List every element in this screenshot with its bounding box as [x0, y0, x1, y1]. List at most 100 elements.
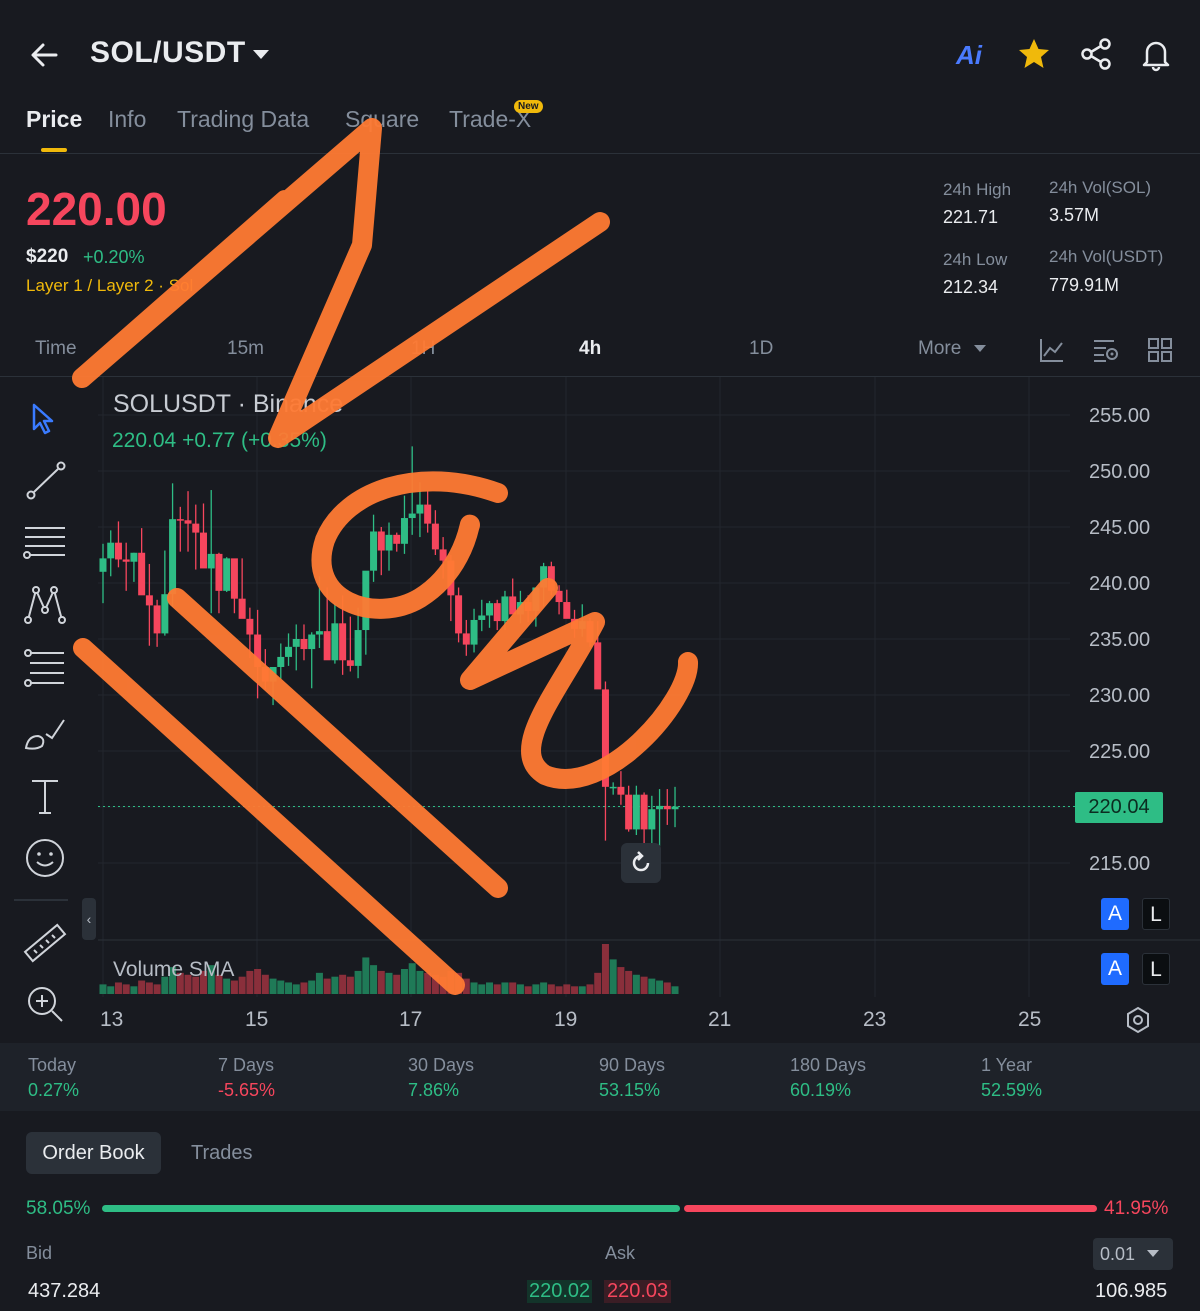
- volume-indicator-label: Volume SMA: [113, 958, 235, 981]
- candle-body: [331, 623, 339, 661]
- volume-bar: [540, 982, 548, 994]
- pattern-icon[interactable]: [22, 582, 68, 628]
- candle-body: [648, 809, 656, 830]
- volume-bar: [130, 986, 138, 994]
- chart-gear-icon[interactable]: [1124, 1006, 1152, 1034]
- y-tick-label: 215.00: [1089, 853, 1150, 875]
- chevron-down-icon[interactable]: [974, 345, 986, 352]
- tab-info[interactable]: Info: [108, 106, 146, 133]
- candlestick-chart[interactable]: 255.00 250.00 245.00 240.00 235.00 230.00 225.…: [0, 377, 1200, 1042]
- interval-15m[interactable]: 15m: [227, 338, 264, 360]
- volume-bar: [601, 944, 609, 994]
- precision-select[interactable]: 0.01: [1093, 1238, 1173, 1270]
- volume-bar: [362, 957, 370, 994]
- horizontal-lines-icon[interactable]: [22, 520, 68, 566]
- x-tick-label: 17: [399, 1008, 423, 1031]
- candle-body: [640, 794, 648, 830]
- candle-body: [563, 602, 571, 619]
- indicator-icon[interactable]: [1038, 336, 1066, 364]
- bell-icon[interactable]: [1138, 36, 1174, 72]
- trendline-icon[interactable]: [22, 458, 68, 504]
- candle-body: [238, 598, 246, 619]
- volume-bar: [300, 982, 308, 994]
- volume-bar: [671, 986, 679, 994]
- candle-body: [308, 634, 316, 650]
- y-tick-label: 245.00: [1089, 517, 1150, 539]
- bid-price[interactable]: 220.02: [527, 1280, 593, 1303]
- perf-value: 53.15%: [599, 1080, 661, 1100]
- ask-price[interactable]: 220.03: [604, 1280, 672, 1303]
- volume-bar: [114, 982, 122, 994]
- candle-body: [377, 531, 385, 551]
- tab-square[interactable]: Square: [345, 106, 419, 133]
- interval-1d[interactable]: 1D: [749, 338, 773, 360]
- candle-body: [292, 639, 300, 647]
- volume-bar: [478, 984, 486, 994]
- back-arrow-icon[interactable]: [28, 38, 62, 72]
- volume-bar: [254, 969, 262, 994]
- interval-time[interactable]: Time: [35, 338, 77, 360]
- candle-body: [424, 504, 432, 524]
- cursor-icon[interactable]: [22, 397, 68, 443]
- volume-auto-scale-button[interactable]: A: [1101, 953, 1129, 985]
- chevron-down-icon[interactable]: [1147, 1250, 1159, 1257]
- perf-value: 0.27%: [28, 1080, 80, 1100]
- ask-header: Ask: [605, 1243, 636, 1263]
- toolbar-divider: [14, 899, 68, 901]
- candle-body: [161, 594, 169, 634]
- last-price: 220.00: [26, 183, 167, 235]
- volume-bar: [285, 982, 293, 994]
- volume-log-scale-button[interactable]: L: [1142, 953, 1170, 985]
- interval-4h[interactable]: 4h: [579, 338, 601, 360]
- candle-body: [169, 519, 177, 595]
- volume-bar: [400, 969, 408, 994]
- candle-body: [586, 621, 594, 643]
- emoji-icon[interactable]: [22, 835, 68, 881]
- tab-trading-data[interactable]: Trading Data: [177, 106, 309, 133]
- volume-bar: [308, 980, 316, 994]
- volume-bar: [238, 976, 246, 994]
- candle-body: [547, 566, 555, 591]
- volume-bar: [431, 974, 439, 994]
- zoom-in-icon[interactable]: [22, 981, 68, 1027]
- pair-selector[interactable]: SOL/USDT: [90, 36, 246, 70]
- auto-scale-button[interactable]: A: [1101, 898, 1129, 930]
- share-icon[interactable]: [1078, 36, 1114, 72]
- volume-bar: [385, 972, 393, 994]
- volume-bar: [99, 984, 107, 994]
- candle-body: [663, 805, 671, 810]
- candle-body: [261, 667, 269, 682]
- fib-icon[interactable]: [22, 645, 68, 691]
- volume-bar: [524, 986, 532, 994]
- x-tick-label: 13: [100, 1008, 124, 1031]
- volume-bar: [277, 980, 285, 994]
- candle-body: [300, 639, 308, 650]
- chart-settings-icon[interactable]: [1092, 336, 1120, 364]
- text-icon[interactable]: [22, 773, 68, 819]
- log-scale-button[interactable]: L: [1142, 898, 1170, 930]
- tab-trades[interactable]: Trades: [191, 1142, 253, 1165]
- perf-label: 1 Year: [981, 1055, 1033, 1075]
- ai-icon[interactable]: Ai: [956, 40, 982, 71]
- volume-bar: [455, 972, 463, 994]
- tab-order-book[interactable]: Order Book: [26, 1132, 161, 1174]
- category-tags[interactable]: Layer 1 / Layer 2 · Sol: [26, 276, 193, 296]
- chart-canvas[interactable]: 255.00 250.00 245.00 240.00 235.00 230.00 225.…: [0, 377, 1200, 1042]
- chevron-down-icon[interactable]: [253, 50, 269, 59]
- candle-body: [138, 552, 146, 596]
- candle-body: [370, 531, 378, 571]
- interval-1h[interactable]: 1H: [411, 338, 435, 360]
- layout-grid-icon[interactable]: [1146, 336, 1174, 364]
- volume-bar: [563, 984, 571, 994]
- reset-chart-icon[interactable]: [621, 843, 661, 883]
- candle-body: [478, 615, 486, 620]
- ruler-icon[interactable]: [22, 920, 68, 966]
- tab-price[interactable]: Price: [26, 106, 82, 133]
- y-tick-label: 250.00: [1089, 461, 1150, 483]
- candle-body: [362, 570, 370, 631]
- volume-bar: [107, 986, 115, 994]
- interval-more[interactable]: More: [918, 338, 961, 360]
- star-icon[interactable]: [1016, 36, 1052, 72]
- collapse-toolbar-button[interactable]: ‹: [82, 898, 96, 940]
- brush-icon[interactable]: [22, 710, 68, 756]
